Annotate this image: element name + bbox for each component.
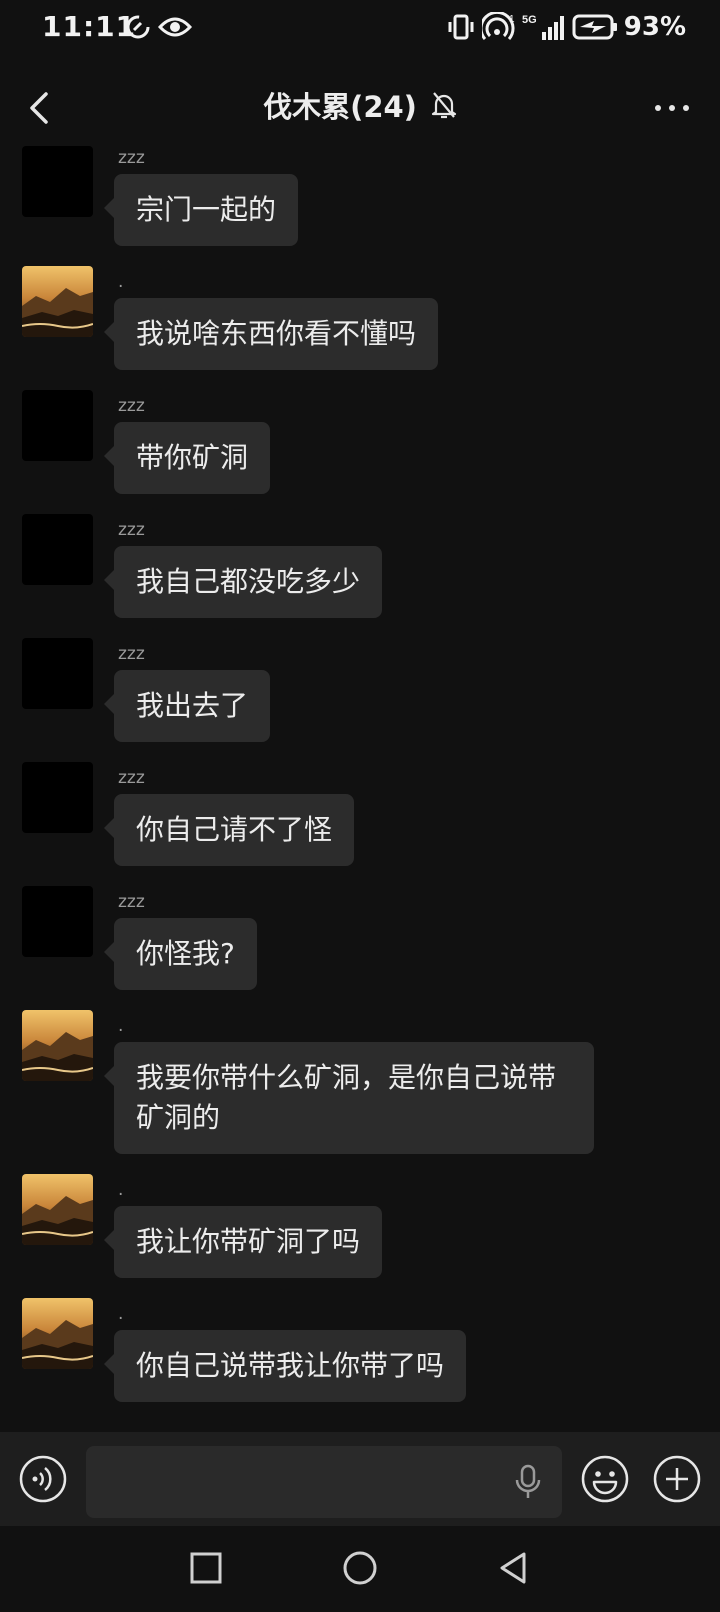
message-bubble[interactable]: 我说啥东西你看不懂吗 — [103, 298, 439, 370]
message-bubble[interactable]: 你怪我? — [104, 918, 257, 990]
mic-button[interactable] — [512, 1464, 544, 1500]
avatar[interactable] — [22, 390, 93, 461]
message-bubble[interactable]: 我让你带矿洞了吗 — [103, 1206, 383, 1278]
avatar[interactable] — [22, 762, 93, 833]
emoji-icon — [581, 1455, 629, 1503]
bell-off-icon — [431, 92, 457, 119]
triangle-back-icon — [500, 1552, 526, 1584]
sender-name: zzz — [118, 520, 145, 540]
signal-icon: 5G — [522, 14, 564, 40]
avatar[interactable] — [22, 886, 93, 957]
emoji-button[interactable] — [580, 1454, 630, 1504]
eye-icon — [158, 17, 192, 37]
landscape-avatar-image — [22, 266, 93, 337]
status-left-icons — [124, 12, 192, 42]
sender-name: zzz — [118, 892, 145, 912]
voice-toggle-button[interactable] — [18, 1454, 68, 1504]
message-bubble[interactable]: 带你矿洞 — [103, 422, 271, 494]
plus-icon — [653, 1455, 701, 1503]
message-bubble[interactable]: 我出去了 — [103, 670, 271, 742]
avatar[interactable] — [22, 1174, 93, 1245]
title-area: 伐木累(24) — [0, 84, 720, 126]
message-bubble[interactable]: 宗门一起的 — [103, 174, 299, 246]
sender-name: zzz — [118, 148, 145, 168]
chat-title[interactable]: 伐木累(24) — [263, 84, 417, 126]
chat-header: 伐木累(24) — [0, 76, 720, 140]
more-dots-icon — [655, 105, 689, 111]
nav-back-button[interactable] — [492, 1546, 536, 1590]
data-saver-icon — [126, 15, 150, 39]
avatar[interactable] — [22, 1010, 93, 1081]
hotspot-icon: 1 — [481, 12, 515, 40]
message-bubble[interactable]: 我自己都没吃多少 — [103, 546, 383, 618]
avatar[interactable] — [22, 266, 93, 337]
circle-home-icon — [343, 1551, 377, 1585]
sender-name: . — [118, 1016, 124, 1036]
sim-slot-label: 1 — [509, 14, 515, 25]
avatar[interactable] — [22, 638, 93, 709]
avatar[interactable] — [22, 146, 93, 217]
more-button[interactable] — [650, 86, 694, 130]
landscape-avatar-image — [22, 1298, 93, 1369]
landscape-avatar-image — [22, 1010, 93, 1081]
message-list[interactable]: zzz 宗门一起的 . 我说啥东西你看不懂吗 zzz 带你矿洞 zzz 我自己都… — [0, 140, 720, 1432]
status-time: 11:11 — [42, 10, 137, 43]
status-bar: 11:11 1 5G 93% — [0, 0, 720, 56]
avatar[interactable] — [22, 514, 93, 585]
battery-charging-icon — [572, 14, 617, 40]
message-input[interactable] — [86, 1446, 562, 1518]
battery-percent: 93% — [623, 12, 686, 42]
square-recents-icon — [190, 1552, 222, 1584]
sender-name: zzz — [118, 768, 145, 788]
microphone-icon — [515, 1464, 541, 1498]
message-bubble[interactable]: 你自己说带我让你带了吗 — [103, 1330, 467, 1402]
system-nav-bar — [0, 1526, 720, 1612]
input-bar — [0, 1432, 720, 1526]
plus-button[interactable] — [652, 1454, 702, 1504]
landscape-avatar-image — [22, 1174, 93, 1245]
voice-toggle-icon — [19, 1455, 67, 1503]
sender-name: zzz — [118, 396, 145, 416]
sender-name: . — [118, 272, 124, 292]
sender-name: . — [118, 1304, 124, 1324]
avatar[interactable] — [22, 1298, 93, 1369]
sender-name: . — [118, 1180, 124, 1200]
home-button[interactable] — [338, 1546, 382, 1590]
vibrate-icon — [448, 14, 474, 40]
sender-name: zzz — [118, 644, 145, 664]
recents-button[interactable] — [184, 1546, 228, 1590]
message-bubble[interactable]: 我要你带什么矿洞，是你自己说带矿洞的 — [104, 1042, 594, 1154]
message-bubble[interactable]: 你自己请不了怪 — [103, 794, 355, 866]
network-label: 5G — [522, 14, 537, 26]
status-right-icons: 1 5G 93% — [446, 10, 686, 44]
